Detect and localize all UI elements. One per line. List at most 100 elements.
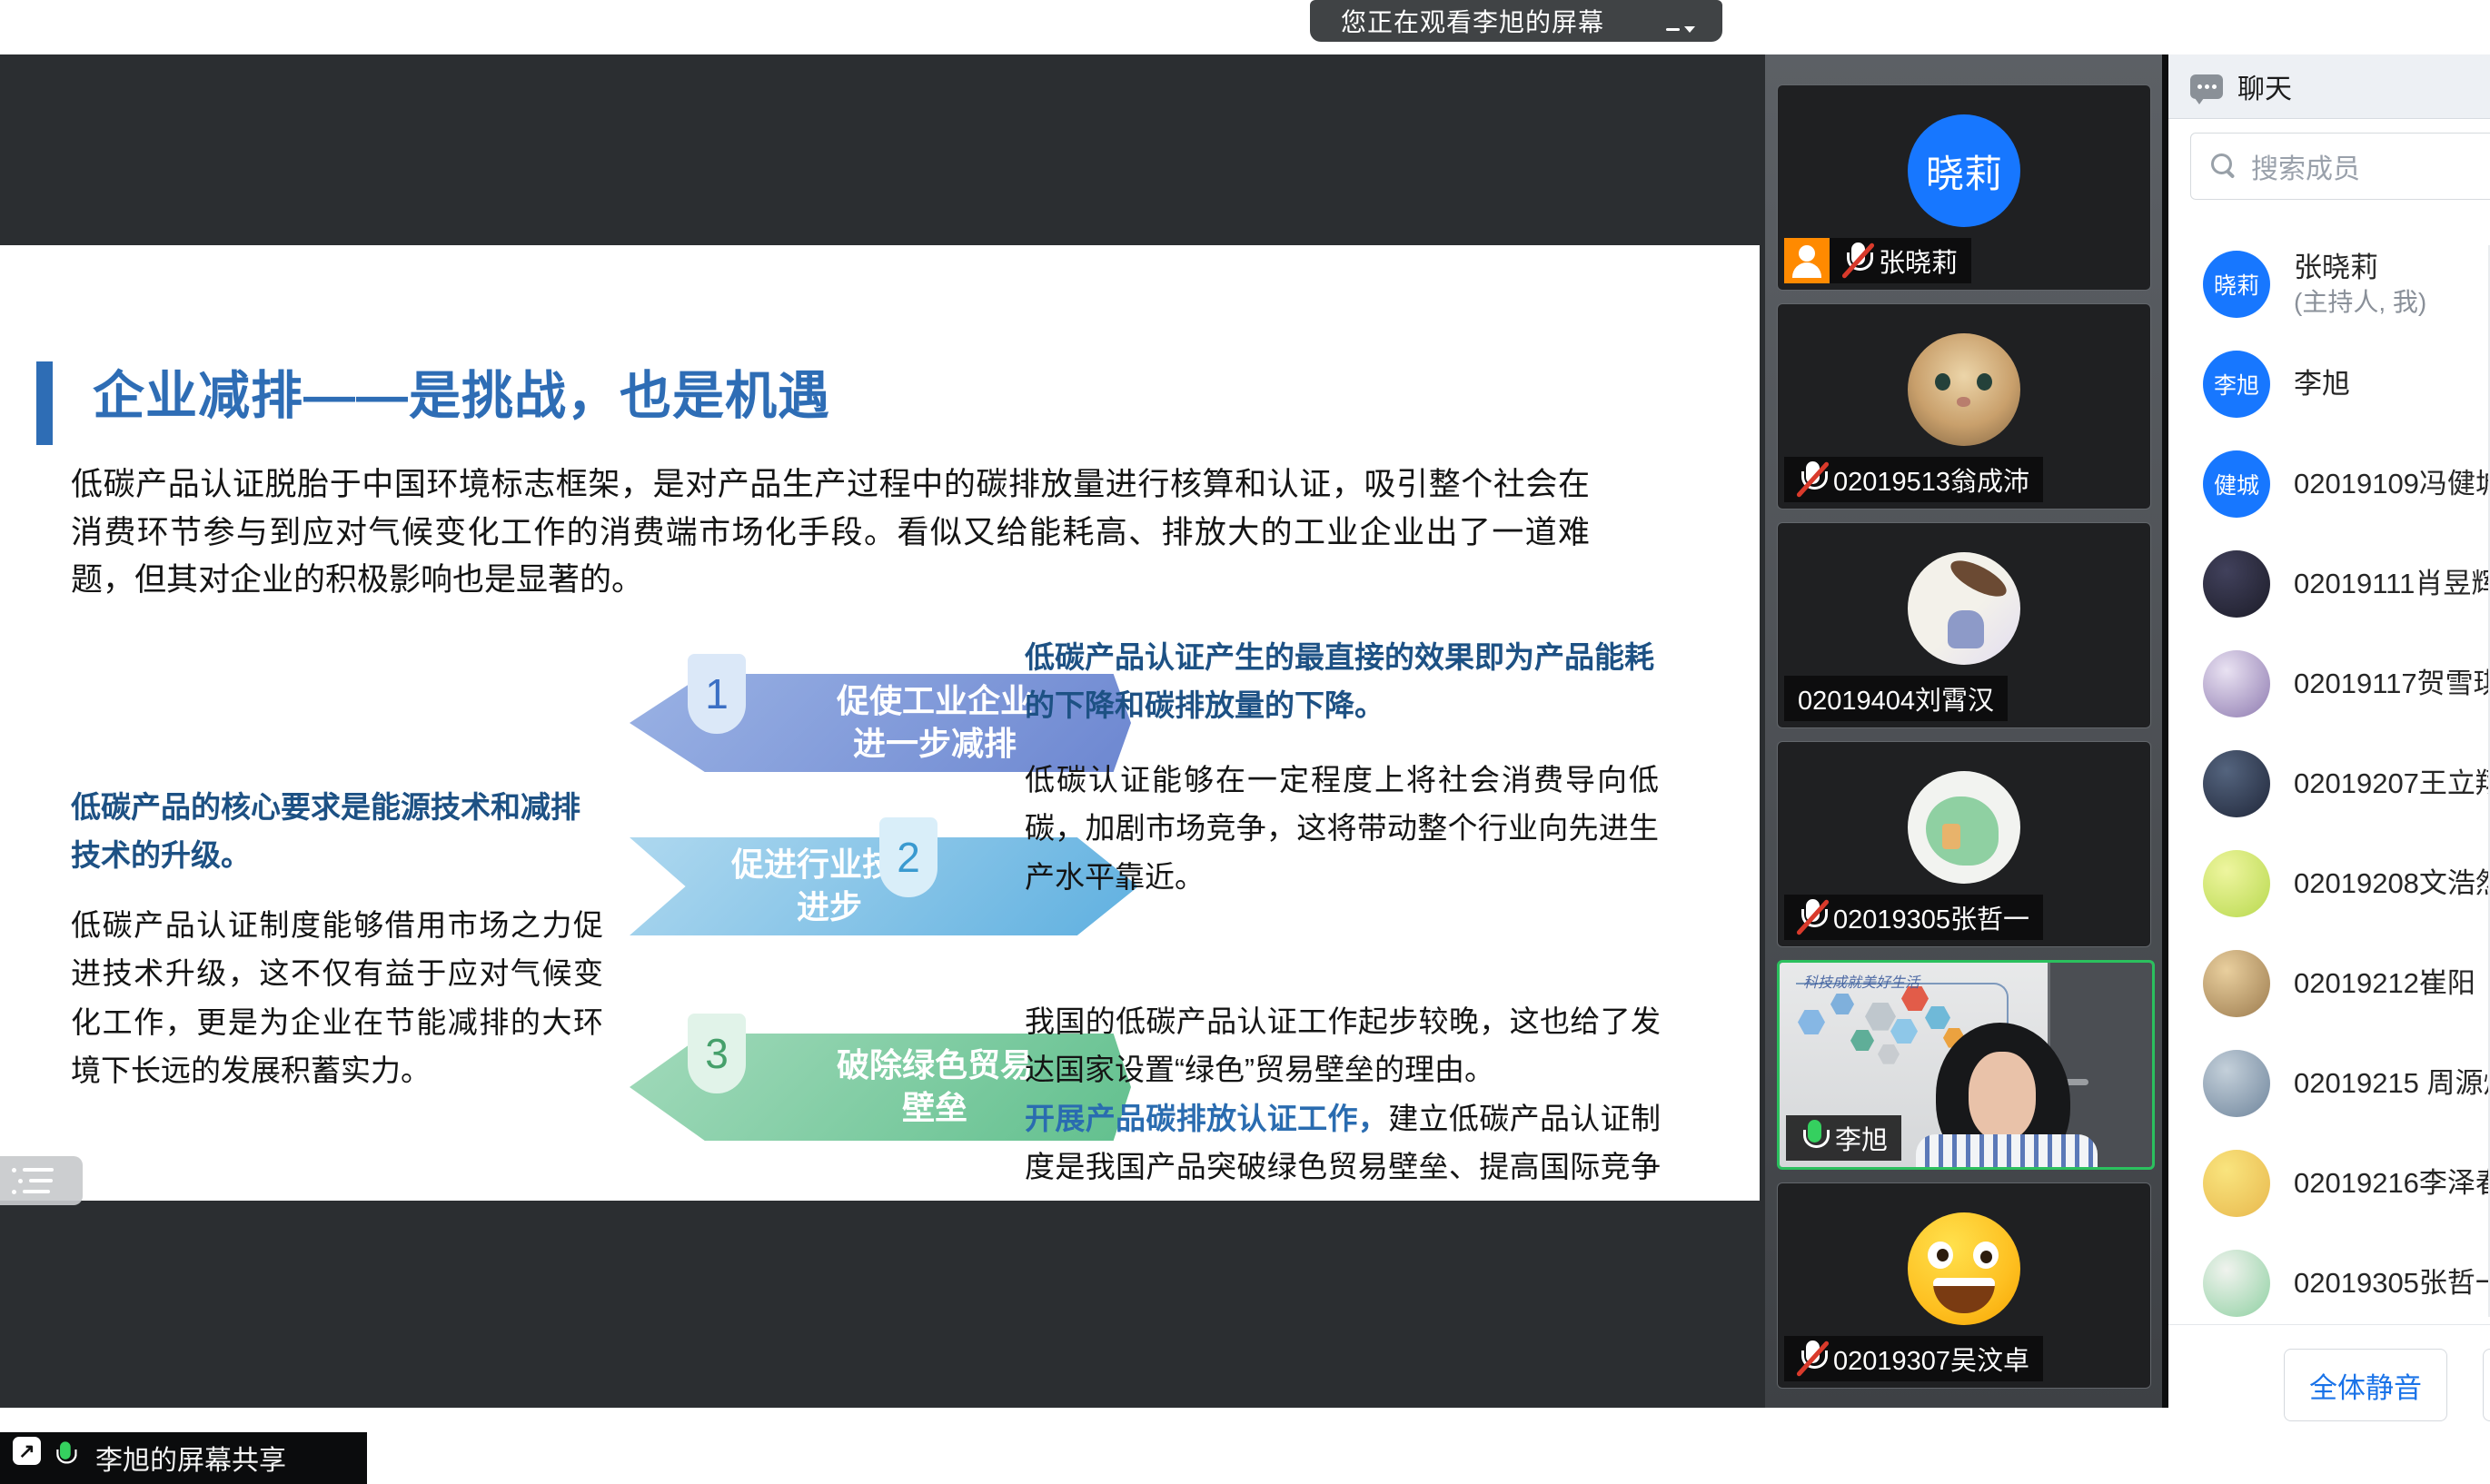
member-list-item[interactable]: 02019117贺雪琪 [2168,634,2490,734]
process-arrow-1-number: 1 [688,654,746,734]
member-name: 02019207王立翔 [2294,767,2490,802]
left-body: 低碳产品认证制度能够借用市场之力促进技术升级，这不仅有益于应对气候变化工作，更是… [71,901,603,1095]
member-list-item[interactable]: 02019216李泽春 [2168,1133,2490,1233]
search-input[interactable]: 搜索成员 [2190,133,2490,200]
mute-all-button[interactable]: 全体静音 [2284,1349,2447,1421]
member-list-item[interactable]: 02019215 周源灿 [2168,1034,2490,1133]
participant-label: 02019305张哲一 [1784,895,2043,940]
process-arrow-2-number: 2 [879,817,937,897]
avatar [2203,850,2270,917]
avatar [2203,1250,2270,1317]
mic-muted-icon [1798,460,1827,499]
avatar [1908,552,2020,665]
share-status-label: 李旭的屏幕共享 [95,1437,286,1478]
emphasis-text: 开展产品碳排放认证工作， [1025,1102,1388,1135]
wall-slogan: 科技成就美好生活 [1803,970,1920,992]
viewer-banner-text: 您正在观看李旭的屏幕 [1341,3,1604,39]
avatar [2203,750,2270,817]
participant-strip: 晓莉张晓莉 02019513翁成沛 02019404刘霄汉 02019305张哲一科技… [1765,54,2162,1408]
participant-tile[interactable]: 02019305张哲一 [1777,741,2151,947]
name-label: 02019307吴汶卓 [1784,1336,2043,1381]
right-top-headline: 低碳产品认证产生的最直接的效果即为产品能耗的下降和碳排放量的下降。 [1025,634,1661,730]
hexagon-icon [1830,994,1854,1014]
participant-name: 02019513翁成沛 [1833,460,2029,499]
mic-on-icon [1800,1119,1829,1157]
member-list-item[interactable]: 晓莉张晓莉(主持人, 我) [2168,234,2490,334]
left-headline: 低碳产品的核心要求是能源技术和减排技术的升级。 [71,783,600,880]
participant-tile[interactable]: 02019307吴汶卓 [1777,1182,2151,1389]
more-button[interactable] [2483,1349,2490,1421]
participant-name: 02019305张哲一 [1833,898,2029,936]
screen-share-view: 企业减排——是挑战，也是机遇 低碳产品认证脱胎于中国环境标志框架，是对产品生产过… [0,54,1765,1408]
avatar [2203,1150,2270,1217]
search-icon [2211,153,2237,179]
search-placeholder: 搜索成员 [2251,146,2360,186]
name-label: 02019404刘霄汉 [1784,676,2008,721]
avatar [1908,333,2020,446]
name-label: 02019513翁成沛 [1784,457,2043,502]
avatar: 李旭 [2203,351,2270,418]
participant-tile[interactable]: 科技成就美好生活李旭 [1777,960,2155,1170]
right-top-body: 低碳认证能够在一定程度上将社会消费导向低碳，加剧市场竞争，这将带动整个行业向先进… [1025,756,1659,901]
member-list-item[interactable]: 02019212崔阳 [2168,934,2490,1034]
hexagon-icon [1865,1003,1896,1031]
avatar: 晓莉 [2203,251,2270,318]
member-name: 02019216李泽春 [2294,1166,2490,1202]
menu-icon[interactable] [1628,0,1699,83]
member-name: 02019212崔阳 [2294,966,2475,1002]
cat-avatar-icon [1908,333,2020,446]
person-shirt [1916,1134,2098,1170]
process-arrow-3-number: 3 [688,1014,746,1093]
participant-tile[interactable]: 02019404刘霄汉 [1777,522,2151,728]
participant-label: 02019513翁成沛 [1784,457,2043,502]
avatar [2203,1050,2270,1117]
member-list-item[interactable]: 02019207王立翔 [2168,734,2490,834]
participant-name: 李旭 [1835,1119,1888,1157]
right-bottom-paragraph: 我国的低碳产品认证工作起步较晚，这也给了发达国家设置“绿色”贸易壁垒的理由。 开… [1025,997,1661,1201]
slide-thumbnails-toggle[interactable] [0,1156,83,1205]
member-list-item[interactable]: 02019111肖昱辉 [2168,534,2490,634]
member-name: 02019215 周源灿 [2294,1066,2490,1102]
participant-label: 02019404刘霄汉 [1784,676,2008,721]
dino-avatar-icon [1908,771,2020,884]
host-icon [1784,238,1830,283]
avatar [1908,771,2020,884]
avatar [1908,1212,2020,1325]
participant-tile[interactable]: 02019513翁成沛 [1777,303,2151,510]
hexagon-icon [1798,1010,1825,1034]
hexagon-icon [1890,1019,1918,1044]
participant-label: 02019307吴汶卓 [1784,1336,2043,1381]
member-name: 02019208文浩然 [2294,866,2490,902]
name-label: 02019305张哲一 [1784,895,2043,940]
member-list: 晓莉张晓莉(主持人, 我)李旭李旭健城02019109冯健城02019111肖昱… [2168,234,2490,1333]
mic-on-icon [54,1441,76,1471]
member-list-item[interactable]: 健城02019109冯健城 [2168,434,2490,534]
hexagon-icon [1850,1030,1874,1051]
slide-intro-paragraph: 低碳产品认证脱胎于中国环境标志框架，是对产品生产过程中的碳排放量进行核算和认证，… [71,461,1590,605]
slide-title: 企业减排——是挑战，也是机遇 [93,354,830,429]
chat-bubble-icon [2190,74,2223,99]
screen-share-status-bar: 李旭的屏幕共享 [0,1432,367,1484]
mic-muted-icon [1798,1340,1827,1378]
member-list-item[interactable]: 02019305张哲一 [2168,1233,2490,1333]
presentation-slide: 企业减排——是挑战，也是机遇 低碳产品认证脱胎于中国环境标志框架，是对产品生产过… [0,245,1760,1201]
hexagon-icon [1878,1044,1900,1064]
viewer-banner: 您正在观看李旭的屏幕 [1310,0,1722,42]
member-name: 李旭 [2294,367,2350,402]
member-list-item[interactable]: 02019208文浩然 [2168,834,2490,934]
mic-muted-icon [1798,898,1827,936]
chat-panel-title: 聊天 [2237,66,2292,106]
avatar [2203,950,2270,1017]
avatar [2203,550,2270,618]
panel-footer: 全体静音 [2168,1324,2490,1409]
share-screen-icon [13,1437,41,1465]
member-list-item[interactable]: 李旭李旭 [2168,334,2490,434]
participant-name: 张晓莉 [1879,242,1958,280]
avatar: 健城 [2203,450,2270,518]
chat-panel: 聊天 搜索成员 晓莉张晓莉(主持人, 我)李旭李旭健城02019109冯健城02… [2162,54,2490,1408]
hexagon-icon [1925,1006,1950,1029]
member-name: 张晓莉 [2294,251,2426,286]
participant-tile[interactable]: 晓莉张晓莉 [1777,84,2151,291]
participant-label: 张晓莉 [1784,238,1971,283]
avatar [2203,650,2270,717]
